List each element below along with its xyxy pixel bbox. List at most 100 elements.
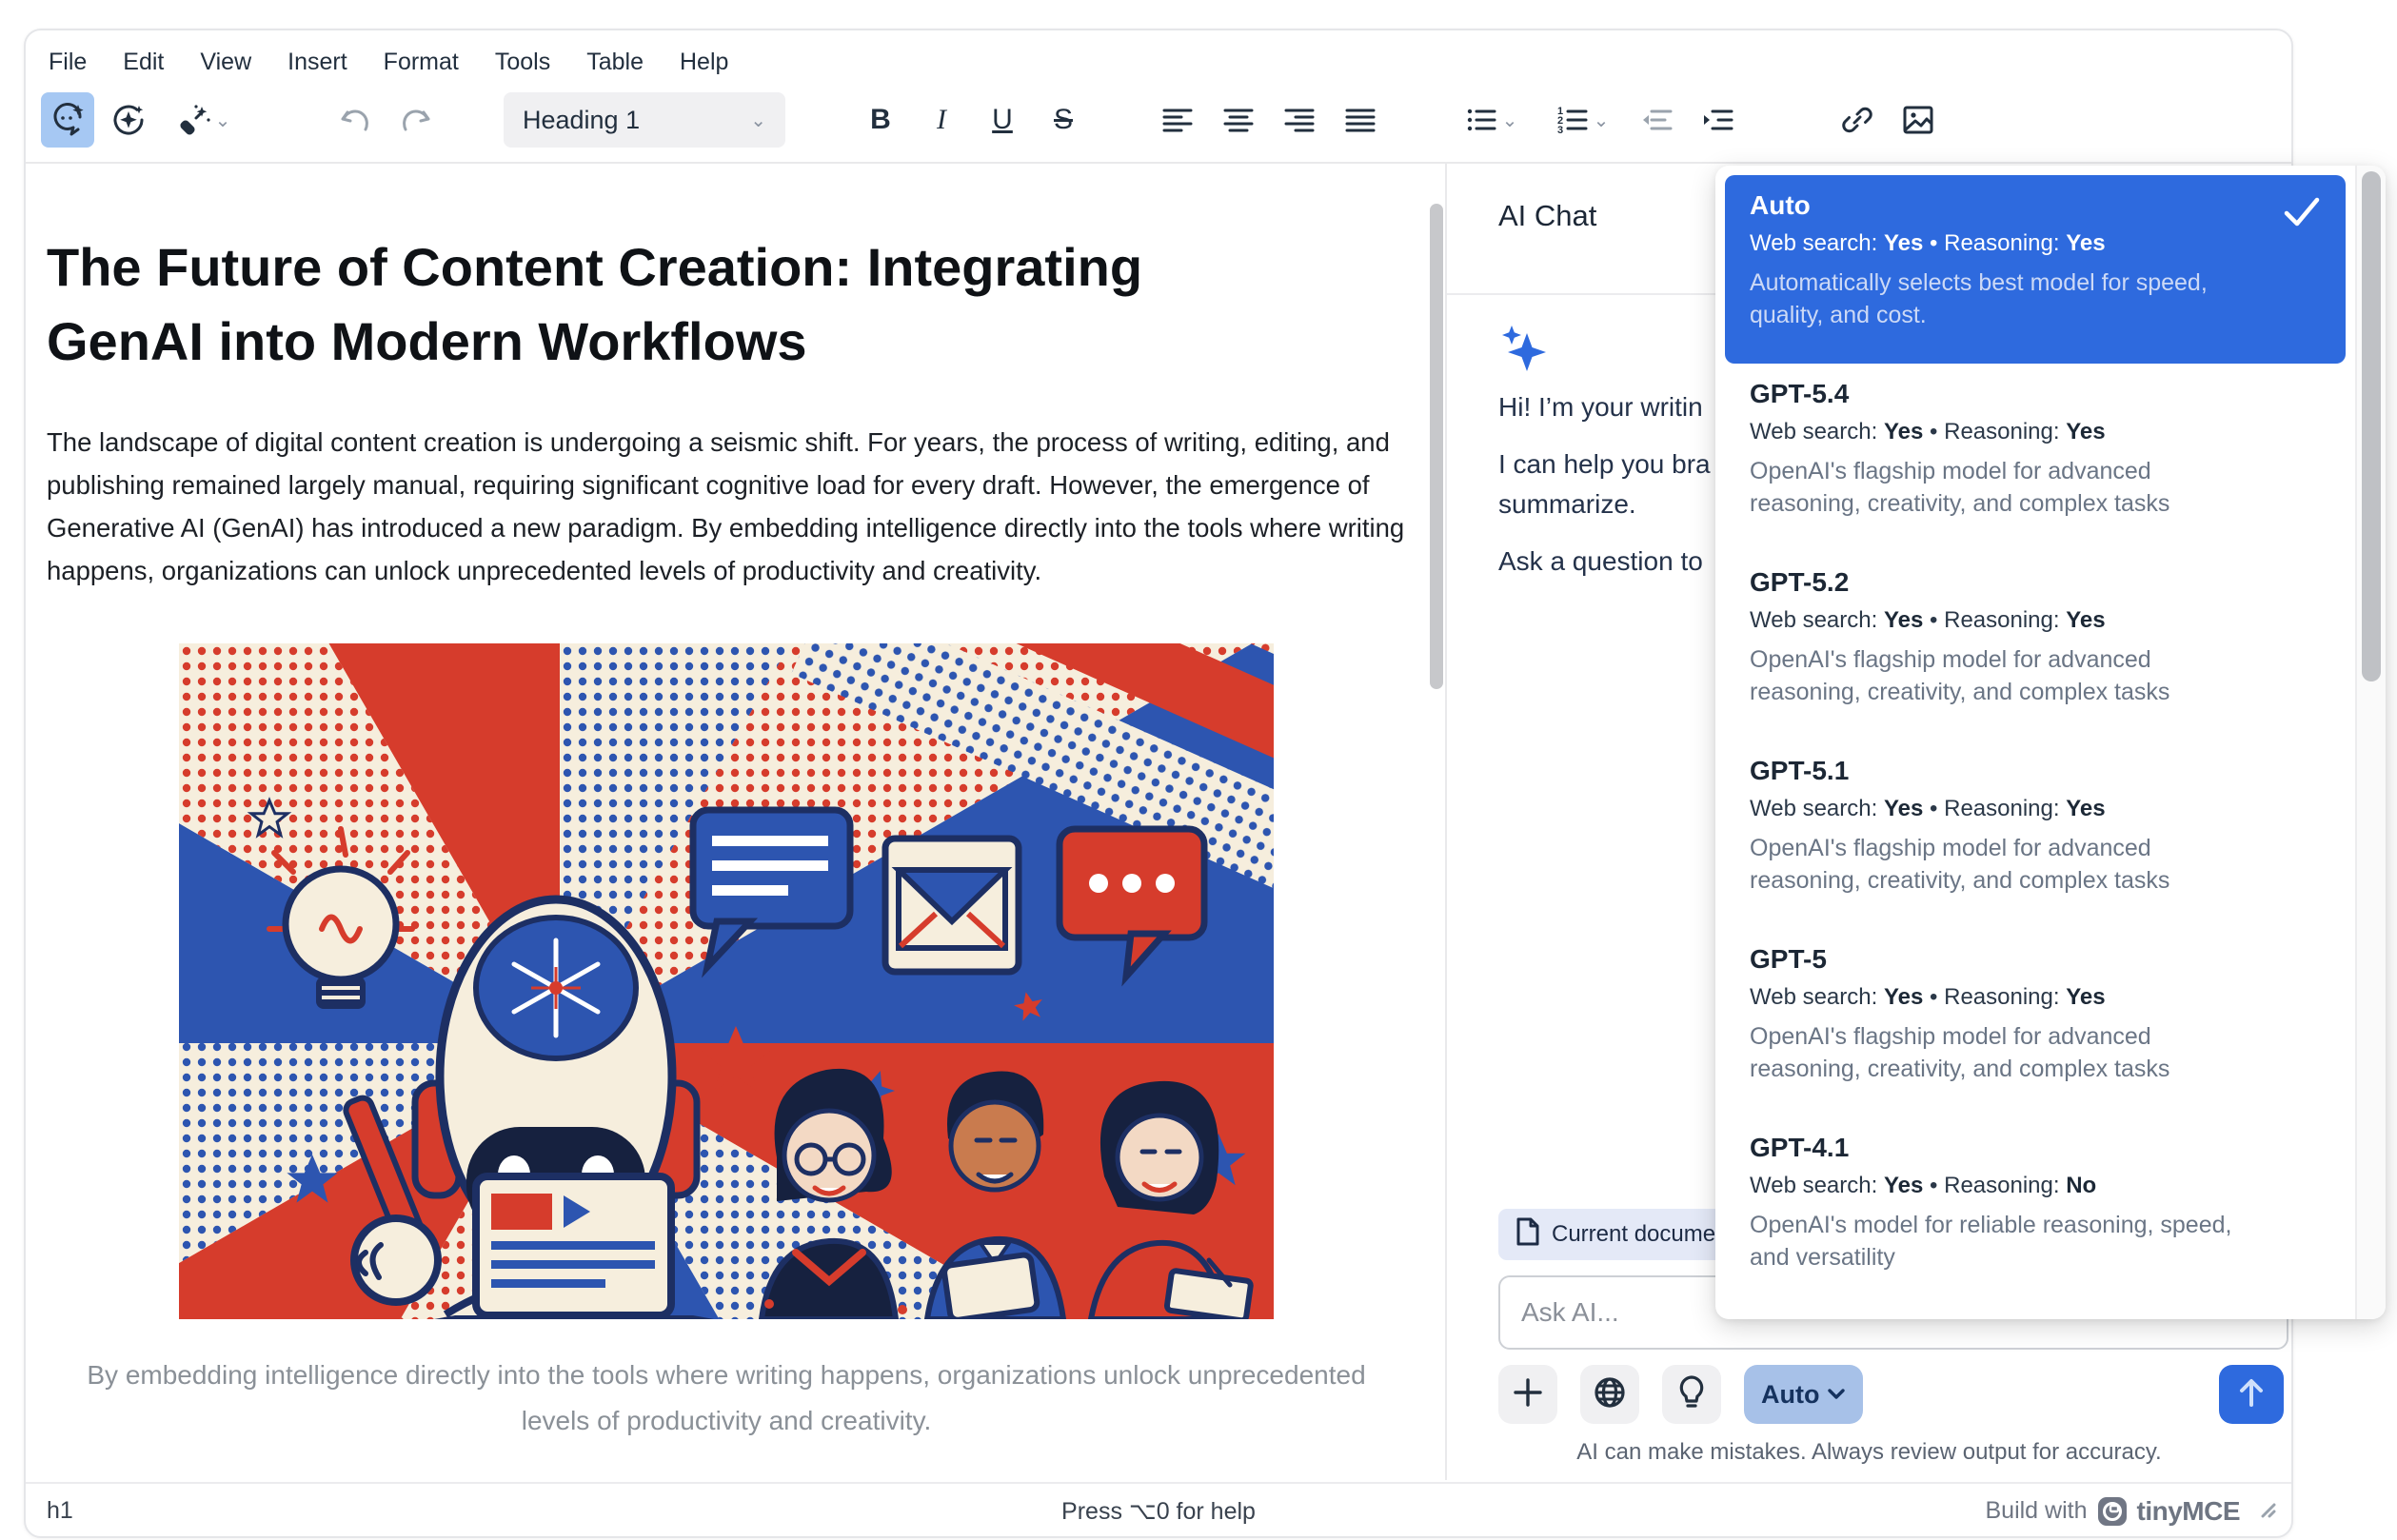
plus-icon (1512, 1376, 1544, 1413)
model-description: OpenAI's flagship model for advanced rea… (1750, 1020, 2268, 1085)
menu-bar: File Edit View Insert Format Tools Table… (26, 40, 2293, 84)
brand-link[interactable]: tinyMCE (2137, 1496, 2241, 1527)
strikethrough-button[interactable]: S (1037, 92, 1090, 148)
undo-button[interactable] (328, 92, 382, 148)
current-document-chip-label: Current document (1552, 1221, 1734, 1248)
numbered-list-button[interactable]: 123 ⌄ (1539, 92, 1623, 148)
screen: File Edit View Insert Format Tools Table… (0, 0, 2397, 1540)
tinymce-logo-icon (2097, 1496, 2128, 1527)
redo-button[interactable] (389, 92, 443, 148)
align-justify-button[interactable] (1334, 92, 1387, 148)
check-icon (2283, 196, 2321, 233)
send-button[interactable] (2219, 1365, 2284, 1424)
menu-view[interactable]: View (200, 49, 251, 76)
model-selector-button[interactable]: Auto (1744, 1365, 1863, 1424)
model-option-gpt-4-1[interactable]: GPT-4.1 Web search: Yes • Reasoning: No … (1725, 1117, 2346, 1306)
menu-table[interactable]: Table (586, 49, 644, 76)
underline-glyph: U (992, 104, 1013, 136)
model-option-gpt-5-2[interactable]: GPT-5.2 Web search: Yes • Reasoning: Yes… (1725, 552, 2346, 740)
attach-button[interactable] (1498, 1365, 1557, 1424)
model-option-gpt-5[interactable]: GPT-5 Web search: Yes • Reasoning: Yes O… (1725, 929, 2346, 1117)
ai-chat-toolbar-button[interactable] (41, 92, 94, 148)
numbered-list-icon: 123 (1554, 101, 1592, 139)
ai-disclaimer: AI can make mistakes. Always review outp… (1447, 1439, 2291, 1466)
chat-panel-title: AI Chat (1498, 199, 1596, 233)
menu-edit[interactable]: Edit (123, 49, 164, 76)
link-button[interactable] (1831, 92, 1884, 148)
align-center-button[interactable] (1212, 92, 1265, 148)
model-capabilities: Web search: Yes • Reasoning: Yes (1750, 419, 2321, 445)
suggestions-button[interactable] (1662, 1365, 1721, 1424)
image-caption: By embedding intelligence directly into … (60, 1352, 1393, 1444)
ai-tools-dropdown-button[interactable]: ⌄ (163, 92, 243, 148)
editor-scrollbar-thumb[interactable] (1430, 204, 1443, 689)
menu-help[interactable]: Help (680, 49, 728, 76)
italic-glyph: I (937, 104, 946, 136)
indent-button[interactable] (1692, 92, 1745, 148)
model-option-gpt-5-4[interactable]: GPT-5.4 Web search: Yes • Reasoning: Yes… (1725, 364, 2346, 552)
model-name: GPT-5.1 (1750, 756, 2321, 786)
ai-chat-icon (49, 101, 87, 139)
envelope-motif (885, 839, 1019, 972)
status-bar: h1 Press ⌥0 for help Build with tinyMCE (26, 1482, 2291, 1538)
model-dropdown-list: Auto Web search: Yes • Reasoning: Yes Au… (1715, 166, 2355, 1319)
menu-format[interactable]: Format (384, 49, 459, 76)
model-dropdown-scrollbar[interactable] (2355, 166, 2386, 1319)
block-format-value: Heading 1 (523, 106, 640, 135)
model-name: GPT-4.1 (1750, 1133, 2321, 1163)
editor-content-area[interactable]: The Future of Content Creation: Integrat… (26, 164, 1427, 1481)
align-right-button[interactable] (1273, 92, 1326, 148)
ai-shortcuts-button[interactable] (102, 92, 155, 148)
web-search-button[interactable] (1580, 1365, 1639, 1424)
redo-icon (397, 101, 435, 139)
italic-button[interactable]: I (915, 92, 968, 148)
model-name: GPT-5.2 (1750, 567, 2321, 598)
model-capabilities: Web search: Yes • Reasoning: Yes (1750, 607, 2321, 634)
chevron-down-icon: ⌄ (1502, 109, 1518, 132)
chat-greeting-line-4: Ask a question to (1498, 546, 1703, 577)
bullet-list-icon (1462, 101, 1500, 139)
underline-button[interactable]: U (976, 92, 1029, 148)
image-icon (1899, 101, 1937, 139)
document-title: The Future of Content Creation: Integrat… (47, 230, 1313, 379)
insert-image-button[interactable] (1892, 92, 1945, 148)
bullet-list-button[interactable]: ⌄ (1448, 92, 1532, 148)
document-illustration[interactable] (179, 643, 1274, 1319)
laptop-motif (434, 1176, 714, 1319)
svg-text:3: 3 (1557, 125, 1563, 136)
model-name: GPT-5.4 (1750, 379, 2321, 409)
magic-wand-icon (175, 101, 213, 139)
model-dropdown-scrollbar-thumb[interactable] (2362, 171, 2381, 681)
menu-tools[interactable]: Tools (495, 49, 550, 76)
align-left-button[interactable] (1151, 92, 1204, 148)
bold-button[interactable]: B (854, 92, 907, 148)
bold-glyph: B (870, 104, 891, 136)
indent-icon (1699, 101, 1737, 139)
menu-insert[interactable]: Insert (287, 49, 347, 76)
strikethrough-glyph: S (1054, 104, 1073, 136)
outdent-button[interactable] (1631, 92, 1684, 148)
model-description: Automatically selects best model for spe… (1750, 267, 2268, 331)
chevron-down-icon (1827, 1388, 1846, 1401)
link-icon (1838, 101, 1876, 139)
sparkles-icon (1500, 324, 1554, 382)
undo-icon (336, 101, 374, 139)
resize-handle-icon[interactable] (2255, 1497, 2276, 1525)
model-description: OpenAI's flagship model for advanced rea… (1750, 643, 2268, 708)
align-justify-icon (1341, 101, 1379, 139)
model-dropdown: Auto Web search: Yes • Reasoning: Yes Au… (1715, 166, 2386, 1319)
current-document-chip[interactable]: Current document (1498, 1209, 1752, 1260)
help-shortcut-text: Press ⌥0 for help (26, 1497, 2291, 1526)
block-format-select[interactable]: Heading 1 ⌄ (504, 92, 785, 148)
model-capabilities: Web search: Yes • Reasoning: Yes (1750, 984, 2321, 1011)
model-option-auto[interactable]: Auto Web search: Yes • Reasoning: Yes Au… (1725, 175, 2346, 364)
model-description: OpenAI's model for reliable reasoning, s… (1750, 1209, 2268, 1273)
outdent-icon (1638, 101, 1676, 139)
model-description: OpenAI's flagship model for advanced rea… (1750, 455, 2268, 520)
menu-file[interactable]: File (49, 49, 87, 76)
model-option-gpt-5-1[interactable]: GPT-5.1 Web search: Yes • Reasoning: Yes… (1725, 740, 2346, 929)
model-capabilities: Web search: Yes • Reasoning: Yes (1750, 230, 2321, 257)
chevron-down-icon: ⌄ (215, 109, 231, 132)
chevron-down-icon: ⌄ (750, 109, 766, 132)
toolbar: ⌄ Heading 1 ⌄ B I (26, 86, 2293, 154)
